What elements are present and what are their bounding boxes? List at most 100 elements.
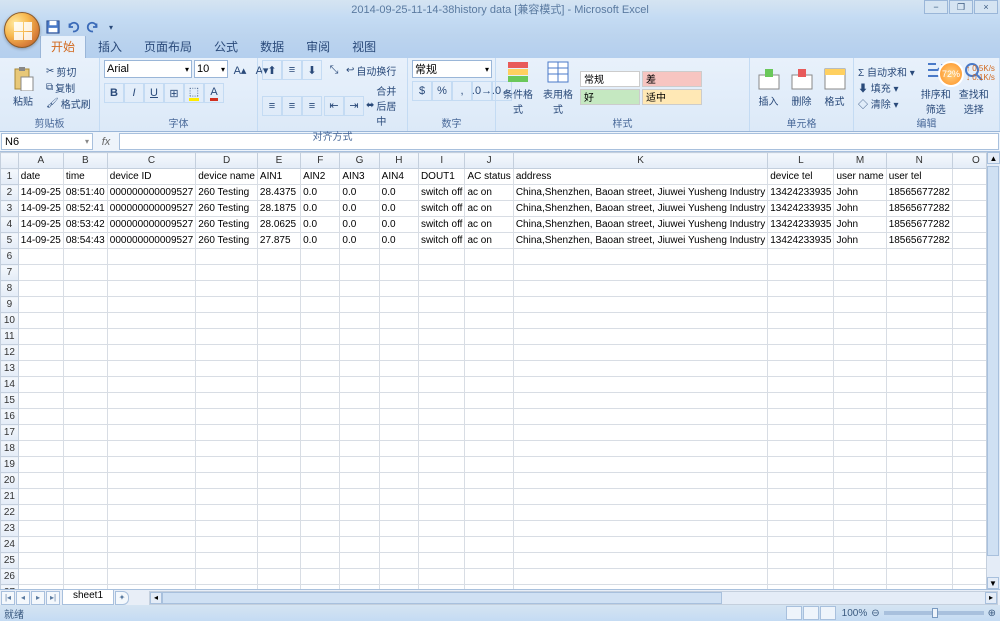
cell[interactable] <box>107 297 195 313</box>
cell[interactable] <box>768 393 834 409</box>
cell[interactable]: DOUT1 <box>418 169 465 185</box>
cell[interactable] <box>63 537 107 553</box>
cell[interactable] <box>418 361 465 377</box>
cell[interactable] <box>513 393 767 409</box>
undo-icon[interactable] <box>66 20 80 34</box>
cell[interactable]: AIN4 <box>379 169 418 185</box>
cell[interactable] <box>301 313 340 329</box>
fill-color-button[interactable]: ⬚ <box>184 83 204 103</box>
cell[interactable]: John <box>834 233 886 249</box>
cell[interactable] <box>196 457 258 473</box>
cell[interactable] <box>886 521 952 537</box>
cell[interactable]: AIN1 <box>257 169 300 185</box>
cell[interactable] <box>301 441 340 457</box>
cell[interactable] <box>379 393 418 409</box>
increase-decimal-button[interactable]: .0→ <box>472 81 492 101</box>
cell[interactable] <box>340 281 379 297</box>
zoom-in-button[interactable]: ⊕ <box>988 608 996 619</box>
cell[interactable] <box>418 377 465 393</box>
merge-center-button[interactable]: ⬌合并后居中 <box>366 83 403 128</box>
font-name-combo[interactable]: Arial▾ <box>104 60 192 78</box>
cell[interactable] <box>834 281 886 297</box>
office-button[interactable] <box>4 12 40 48</box>
cell[interactable] <box>301 329 340 345</box>
format-cells-button[interactable]: 格式 <box>820 61 849 115</box>
cell[interactable] <box>465 553 513 569</box>
ribbon-tab-2[interactable]: 页面布局 <box>134 35 202 58</box>
cell[interactable] <box>18 521 63 537</box>
cell[interactable] <box>379 537 418 553</box>
cell[interactable] <box>196 345 258 361</box>
cell[interactable] <box>107 265 195 281</box>
cell[interactable] <box>301 297 340 313</box>
cell[interactable] <box>886 361 952 377</box>
row-header-7[interactable]: 7 <box>1 265 19 281</box>
cell[interactable] <box>768 473 834 489</box>
ribbon-tab-1[interactable]: 插入 <box>88 35 132 58</box>
cell[interactable] <box>379 313 418 329</box>
cell[interactable] <box>18 457 63 473</box>
cell[interactable] <box>107 425 195 441</box>
col-header-M[interactable]: M <box>834 153 886 169</box>
cell[interactable] <box>340 521 379 537</box>
col-header-N[interactable]: N <box>886 153 952 169</box>
cell[interactable] <box>18 297 63 313</box>
cell[interactable] <box>465 313 513 329</box>
cell[interactable] <box>465 377 513 393</box>
cell[interactable] <box>834 441 886 457</box>
insert-cells-button[interactable]: 插入 <box>754 61 783 115</box>
number-format-combo[interactable]: 常规▾ <box>412 60 492 78</box>
cell[interactable] <box>196 569 258 585</box>
cell[interactable] <box>465 345 513 361</box>
cell[interactable] <box>886 441 952 457</box>
col-header-F[interactable]: F <box>301 153 340 169</box>
row-header-19[interactable]: 19 <box>1 457 19 473</box>
cell[interactable] <box>196 553 258 569</box>
cell[interactable]: John <box>834 201 886 217</box>
cell[interactable]: 0.0 <box>340 217 379 233</box>
border-button[interactable]: ⊞ <box>164 83 184 103</box>
cell[interactable]: 18565677282 <box>886 201 952 217</box>
cell[interactable]: 28.4375 <box>257 185 300 201</box>
align-middle-button[interactable]: ≡ <box>282 60 302 80</box>
cell[interactable] <box>418 521 465 537</box>
cell[interactable] <box>465 265 513 281</box>
cell[interactable] <box>886 377 952 393</box>
cell[interactable] <box>834 585 886 590</box>
cell[interactable]: 08:52:41 <box>63 201 107 217</box>
cell[interactable] <box>379 409 418 425</box>
cell[interactable] <box>301 489 340 505</box>
cell[interactable] <box>379 473 418 489</box>
cell[interactable] <box>418 265 465 281</box>
cell[interactable] <box>257 281 300 297</box>
cell[interactable] <box>301 265 340 281</box>
cell[interactable] <box>513 361 767 377</box>
cell[interactable] <box>340 473 379 489</box>
cell[interactable] <box>107 489 195 505</box>
cell[interactable] <box>18 361 63 377</box>
col-header-E[interactable]: E <box>257 153 300 169</box>
cell[interactable] <box>379 505 418 521</box>
cell[interactable] <box>301 553 340 569</box>
cell[interactable]: time <box>63 169 107 185</box>
cell[interactable] <box>340 457 379 473</box>
cell[interactable] <box>257 473 300 489</box>
cell[interactable] <box>513 409 767 425</box>
cell[interactable]: switch off <box>418 201 465 217</box>
cell[interactable] <box>340 505 379 521</box>
cell[interactable] <box>257 313 300 329</box>
cell[interactable] <box>340 377 379 393</box>
cell[interactable] <box>886 473 952 489</box>
cell[interactable] <box>107 329 195 345</box>
cell[interactable] <box>465 329 513 345</box>
cell[interactable] <box>768 249 834 265</box>
col-header-G[interactable]: G <box>340 153 379 169</box>
horizontal-scrollbar[interactable]: ◂ ▸ <box>149 591 998 605</box>
cell[interactable] <box>257 441 300 457</box>
cell[interactable] <box>340 569 379 585</box>
cell[interactable]: user tel <box>886 169 952 185</box>
cell[interactable] <box>107 249 195 265</box>
cell[interactable] <box>768 537 834 553</box>
cell[interactable] <box>768 345 834 361</box>
cell[interactable]: 0.0 <box>379 233 418 249</box>
